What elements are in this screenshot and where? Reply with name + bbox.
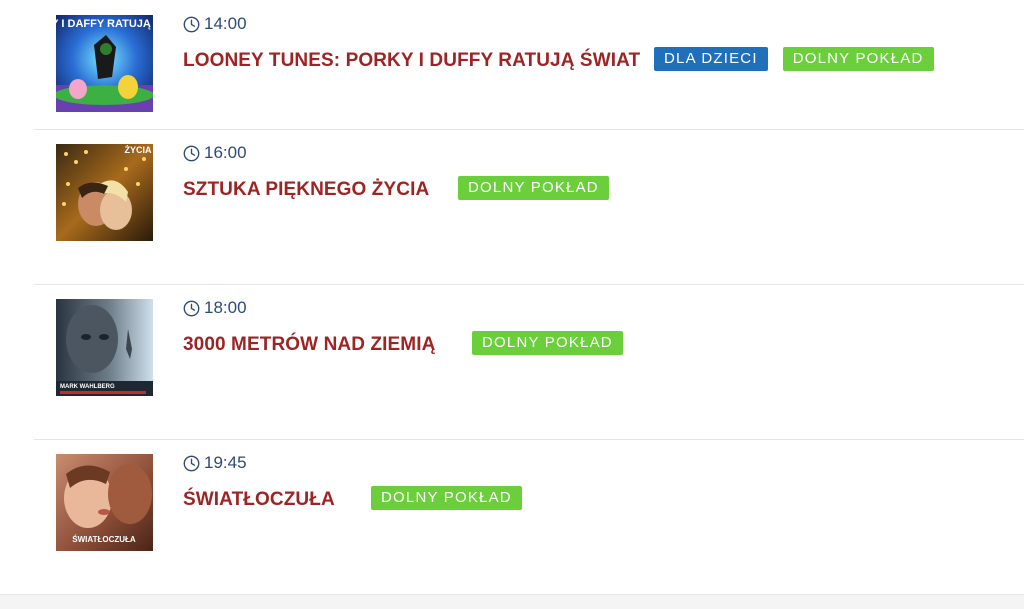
poster-text: ŻYCIA [125, 145, 153, 155]
poster-text: ŚWIATŁOCZUŁA [72, 535, 136, 544]
tag-list: DOLNY POKŁAD [371, 486, 522, 510]
tag-dolny-poklad: DOLNY POKŁAD [782, 47, 934, 71]
movie-title-link[interactable]: LOONEY TUNES: PORKY I DUFFY RATUJĄ ŚWIAT [183, 50, 640, 72]
swiatloczula-poster[interactable]: ŚWIATŁOCZUŁA [56, 454, 153, 551]
tag-dla-dzieci: DLA DZIECI [654, 47, 768, 71]
tag-list: DOLNY POKŁAD [472, 331, 623, 355]
schedule-row: PORKY I DAFFY RATUJĄ ŚWIAT 14:00 LOONEY … [34, 0, 1024, 130]
showtime: 14:00 [183, 14, 247, 34]
3000-metrow-poster[interactable]: MARK WAHLBERG [56, 299, 153, 396]
clock-icon [183, 300, 200, 316]
showtime-value: 19:45 [204, 453, 247, 472]
schedule-row: MARK WAHLBERG 18:00 3000 METRÓW NAD ZIEM… [34, 285, 1024, 440]
poster-image: ŚWIATŁOCZUŁA [56, 454, 153, 551]
poster-text: PORKY I DAFFY RATUJĄ ŚWIAT [56, 17, 153, 30]
movie-title-link[interactable]: SZTUKA PIĘKNEGO ŻYCIA [183, 179, 429, 201]
showtime: 18:00 [183, 298, 247, 318]
showtime: 19:45 [183, 453, 247, 473]
schedule-list: PORKY I DAFFY RATUJĄ ŚWIAT 14:00 LOONEY … [34, 0, 1024, 595]
showtime-value: 14:00 [204, 14, 247, 33]
poster-image: PORKY I DAFFY RATUJĄ ŚWIAT [56, 15, 153, 112]
poster-image: ŻYCIA [56, 144, 153, 241]
showtime-value: 16:00 [204, 143, 247, 162]
tag-list: DOLNY POKŁAD [458, 176, 609, 200]
tag-dolny-poklad: DOLNY POKŁAD [371, 486, 522, 510]
clock-icon [183, 455, 200, 471]
schedule-row: ŻYCIA 16:00 SZTUKA PIĘKNEGO ŻYCIA DOLNY … [34, 130, 1024, 285]
poster-text: MARK WAHLBERG [60, 384, 115, 390]
tag-dolny-poklad: DOLNY POKŁAD [472, 331, 623, 355]
poster-image: MARK WAHLBERG [56, 299, 153, 396]
tag-dolny-poklad: DOLNY POKŁAD [458, 176, 609, 200]
looney-tunes-poster[interactable]: PORKY I DAFFY RATUJĄ ŚWIAT [56, 15, 153, 112]
tag-list: DLA DZIECI DOLNY POKŁAD [654, 47, 934, 71]
showtime-value: 18:00 [204, 298, 247, 317]
clock-icon [183, 145, 200, 161]
showtime: 16:00 [183, 143, 247, 163]
footer-divider [0, 594, 1024, 609]
movie-title-link[interactable]: 3000 METRÓW NAD ZIEMIĄ [183, 334, 435, 356]
sztuka-pieknego-zycia-poster[interactable]: ŻYCIA [56, 144, 153, 241]
movie-title-link[interactable]: ŚWIATŁOCZUŁA [183, 489, 335, 511]
schedule-row: ŚWIATŁOCZUŁA 19:45 ŚWIATŁOCZUŁA DOLNY PO… [34, 440, 1024, 595]
clock-icon [183, 16, 200, 32]
